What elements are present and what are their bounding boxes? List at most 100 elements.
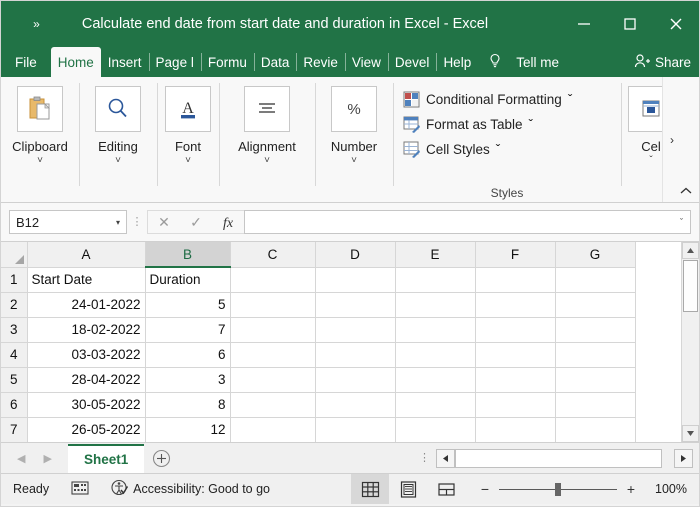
- tab-page-layout[interactable]: Page l: [149, 47, 201, 77]
- tab-review[interactable]: Revie: [296, 47, 345, 77]
- cell-d7[interactable]: [315, 417, 395, 442]
- ribbon-group-alignment[interactable]: Alignment ˅: [219, 77, 315, 202]
- ribbon-group-cells[interactable]: Cel ˇ ›: [621, 77, 681, 202]
- insert-function-icon[interactable]: fx: [212, 211, 244, 233]
- clipboard-icon[interactable]: [17, 86, 63, 132]
- horizontal-scrollbar[interactable]: [436, 448, 693, 468]
- cell-c6[interactable]: [230, 392, 315, 417]
- tab-help[interactable]: Help: [436, 47, 478, 77]
- cell-f4[interactable]: [475, 342, 555, 367]
- maximize-button[interactable]: [607, 1, 653, 47]
- cell-d2[interactable]: [315, 292, 395, 317]
- editing-chevron-down-icon[interactable]: ˅: [115, 157, 121, 165]
- percent-icon[interactable]: %: [331, 86, 377, 132]
- cell-b7[interactable]: 12: [145, 417, 230, 442]
- cell-f7[interactable]: [475, 417, 555, 442]
- cell-b1[interactable]: Duration: [145, 267, 230, 292]
- clipboard-chevron-down-icon[interactable]: ˅: [37, 157, 43, 165]
- horizontal-scrollbar-thumb[interactable]: [455, 449, 662, 468]
- cell-g4[interactable]: [555, 342, 635, 367]
- cell-d1[interactable]: [315, 267, 395, 292]
- quick-access-overflow-icon[interactable]: »: [25, 17, 47, 31]
- formula-bar-resize-handle[interactable]: ⋮: [127, 220, 147, 224]
- row-header-6[interactable]: 6: [1, 392, 27, 417]
- column-header-f[interactable]: F: [475, 242, 555, 267]
- cell-a3[interactable]: 18-02-2022: [27, 317, 145, 342]
- cell-g7[interactable]: [555, 417, 635, 442]
- expand-formula-bar-icon[interactable]: ˇ: [680, 217, 683, 227]
- cell-c3[interactable]: [230, 317, 315, 342]
- cell-d5[interactable]: [315, 367, 395, 392]
- ribbon-group-number[interactable]: % Number ˅: [315, 77, 393, 202]
- cell-a2[interactable]: 24-01-2022: [27, 292, 145, 317]
- formula-input[interactable]: ˇ: [244, 210, 691, 234]
- cell-f2[interactable]: [475, 292, 555, 317]
- font-chevron-down-icon[interactable]: ˅: [185, 157, 191, 165]
- zoom-slider[interactable]: [499, 489, 617, 490]
- cell-c5[interactable]: [230, 367, 315, 392]
- cell-g6[interactable]: [555, 392, 635, 417]
- column-header-e[interactable]: E: [395, 242, 475, 267]
- font-a-icon[interactable]: A: [165, 86, 211, 132]
- tab-data[interactable]: Data: [254, 47, 297, 77]
- sheet-prev-icon[interactable]: ◀: [17, 452, 25, 465]
- cell-styles-chevron-down-icon[interactable]: ˇ: [496, 142, 501, 157]
- tab-insert[interactable]: Insert: [101, 47, 149, 77]
- column-header-c[interactable]: C: [230, 242, 315, 267]
- cell-f6[interactable]: [475, 392, 555, 417]
- cell-e7[interactable]: [395, 417, 475, 442]
- cell-d6[interactable]: [315, 392, 395, 417]
- cell-e5[interactable]: [395, 367, 475, 392]
- tab-formulas[interactable]: Formu: [201, 47, 254, 77]
- magnifier-icon[interactable]: [95, 86, 141, 132]
- column-header-d[interactable]: D: [315, 242, 395, 267]
- tab-view[interactable]: View: [345, 47, 388, 77]
- cell-g3[interactable]: [555, 317, 635, 342]
- confirm-entry-icon[interactable]: ✓: [180, 211, 212, 233]
- accessibility-status[interactable]: Accessibility: Good to go: [111, 479, 270, 499]
- cell-e4[interactable]: [395, 342, 475, 367]
- number-chevron-down-icon[interactable]: ˅: [351, 157, 357, 165]
- conditional-formatting-button[interactable]: Conditional Formatting ˇ: [403, 87, 572, 112]
- cell-e1[interactable]: [395, 267, 475, 292]
- tell-me-box[interactable]: Tell me: [488, 47, 559, 77]
- cell-a5[interactable]: 28-04-2022: [27, 367, 145, 392]
- ribbon-group-clipboard[interactable]: Clipboard ˅: [1, 77, 79, 202]
- cell-f3[interactable]: [475, 317, 555, 342]
- cell-c4[interactable]: [230, 342, 315, 367]
- select-all-button[interactable]: [1, 242, 27, 267]
- sheet-tab-sheet1[interactable]: Sheet1: [68, 444, 144, 473]
- normal-view-icon[interactable]: [351, 474, 389, 504]
- row-header-5[interactable]: 5: [1, 367, 27, 392]
- cells-chevron-down-icon[interactable]: ˇ: [649, 157, 652, 165]
- record-macro-icon[interactable]: [71, 480, 89, 498]
- close-button[interactable]: [653, 1, 699, 47]
- row-header-4[interactable]: 4: [1, 342, 27, 367]
- column-header-a[interactable]: A: [27, 242, 145, 267]
- page-layout-icon[interactable]: [389, 474, 427, 504]
- zoom-in-button[interactable]: +: [625, 481, 637, 497]
- row-header-7[interactable]: 7: [1, 417, 27, 442]
- conditional-formatting-chevron-down-icon[interactable]: ˇ: [568, 92, 573, 107]
- hscroll-right-icon[interactable]: [674, 449, 693, 468]
- cell-g5[interactable]: [555, 367, 635, 392]
- cell-e6[interactable]: [395, 392, 475, 417]
- cell-f5[interactable]: [475, 367, 555, 392]
- cell-a7[interactable]: 26-05-2022: [27, 417, 145, 442]
- collapse-ribbon-button[interactable]: [679, 185, 693, 199]
- vertical-scrollbar-thumb[interactable]: [683, 260, 698, 312]
- cell-e2[interactable]: [395, 292, 475, 317]
- zoom-slider-thumb[interactable]: [555, 483, 561, 496]
- hscroll-left-icon[interactable]: [436, 449, 455, 468]
- format-as-table-button[interactable]: Format as Table ˇ: [403, 112, 533, 137]
- name-box[interactable]: B12 ▾: [9, 210, 127, 234]
- share-button[interactable]: Share: [633, 47, 691, 77]
- tab-developer[interactable]: Devel: [388, 47, 437, 77]
- alignment-chevron-down-icon[interactable]: ˅: [264, 157, 270, 165]
- scroll-up-icon[interactable]: [682, 242, 699, 259]
- cell-b3[interactable]: 7: [145, 317, 230, 342]
- alignment-lines-icon[interactable]: [244, 86, 290, 132]
- cell-d3[interactable]: [315, 317, 395, 342]
- column-header-g[interactable]: G: [555, 242, 635, 267]
- add-sheet-button[interactable]: [144, 449, 178, 468]
